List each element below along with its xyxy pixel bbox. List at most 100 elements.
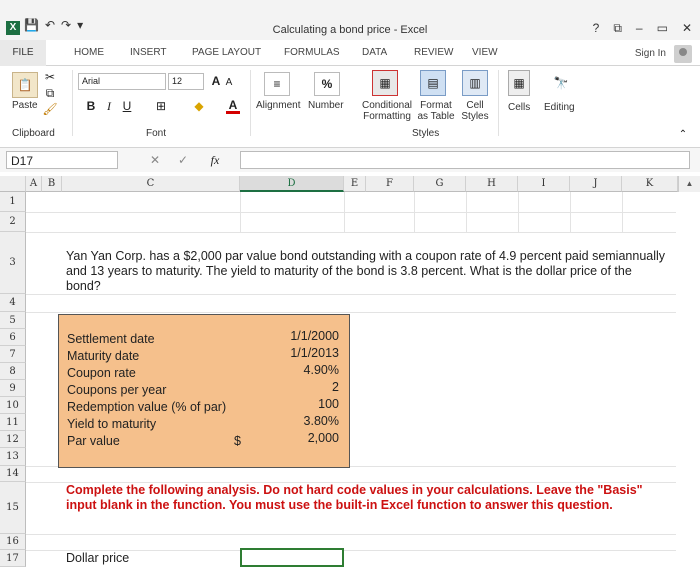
row-header-5[interactable]: 5 (0, 312, 26, 329)
italic-button[interactable]: I (102, 98, 116, 114)
formula-input[interactable] (240, 151, 690, 169)
format-painter-icon[interactable]: 🖌 (42, 102, 58, 116)
dollar-price-label: Dollar price (66, 551, 130, 565)
help-button[interactable]: ? (593, 21, 600, 36)
paste-icon[interactable]: 📋 (12, 72, 38, 98)
percent-icon[interactable]: % (314, 72, 340, 96)
row-header-7[interactable]: 7 (0, 346, 26, 363)
row-header-6[interactable]: 6 (0, 329, 26, 346)
name-box[interactable]: D17 (6, 151, 118, 169)
column-header-j[interactable]: J (570, 176, 622, 192)
enter-icon[interactable]: ✓ (176, 152, 190, 168)
row-header-11[interactable]: 11 (0, 414, 26, 431)
binoculars-icon[interactable]: 🔭 (548, 70, 574, 96)
row-header-10[interactable]: 10 (0, 397, 26, 414)
row-header-15[interactable]: 15 (0, 482, 26, 534)
number-button[interactable]: Number (308, 100, 344, 111)
column-header-f[interactable]: F (366, 176, 414, 192)
group-divider (72, 70, 73, 136)
alignment-button[interactable]: Alignment (256, 100, 300, 111)
row-header-13[interactable]: 13 (0, 448, 26, 466)
borders-icon[interactable]: ⊞ (152, 98, 170, 114)
input-value[interactable]: 1/1/2000 (290, 329, 339, 343)
row-header-2[interactable]: 2 (0, 212, 26, 232)
gridline (570, 192, 571, 232)
cells-button[interactable]: Cells (508, 102, 530, 113)
collapse-ribbon-icon[interactable]: ⌃ (676, 128, 690, 140)
row-header-12[interactable]: 12 (0, 431, 26, 448)
column-header-e[interactable]: E (344, 176, 366, 192)
format-as-table-button[interactable]: Format as Table (414, 100, 458, 122)
select-all-corner[interactable] (0, 176, 26, 192)
input-value[interactable]: 4.90% (304, 363, 339, 377)
editing-button[interactable]: Editing (544, 102, 575, 113)
tab-data[interactable]: DATA (362, 47, 387, 58)
maximize-button[interactable]: ▭ (657, 21, 668, 36)
font-size-value: 12 (172, 76, 183, 86)
input-value[interactable]: 3.80% (304, 414, 339, 428)
fill-color-icon[interactable]: ◆ (190, 98, 208, 114)
row-header-8[interactable]: 8 (0, 363, 26, 380)
tab-view[interactable]: VIEW (472, 47, 498, 58)
copy-icon[interactable]: ⧉ (42, 86, 58, 100)
conditional-formatting-button[interactable]: Conditional Formatting (356, 100, 418, 122)
gridline (240, 192, 241, 232)
cell-styles-button[interactable]: Cell Styles (458, 100, 492, 122)
window-controls: ? ⧉ – ▭ ✕ (593, 21, 692, 36)
gridline (414, 192, 415, 232)
user-avatar-icon[interactable] (674, 45, 692, 63)
row-header-1[interactable]: 1 (0, 192, 26, 212)
paste-button[interactable]: Paste (12, 100, 38, 111)
cell-styles-icon[interactable]: ▥ (462, 70, 488, 96)
column-header-i[interactable]: I (518, 176, 570, 192)
column-header-b[interactable]: B (42, 176, 62, 192)
format-as-table-icon[interactable]: ▤ (420, 70, 446, 96)
tab-home[interactable]: HOME (74, 47, 104, 58)
input-value[interactable]: 2 (332, 380, 339, 394)
column-header-k[interactable]: K (622, 176, 678, 192)
column-header-d[interactable]: D (240, 176, 344, 192)
tab-review[interactable]: REVIEW (414, 47, 453, 58)
column-header-g[interactable]: G (414, 176, 466, 192)
row-header-4[interactable]: 4 (0, 294, 26, 312)
bold-button[interactable]: B (84, 98, 98, 114)
input-value[interactable]: 1/1/2013 (290, 346, 339, 360)
shrink-font-icon[interactable]: A (224, 76, 234, 88)
input-value[interactable]: 100 (318, 397, 339, 411)
tab-formulas[interactable]: FORMULAS (284, 47, 340, 58)
scroll-up-icon[interactable]: ▲ (678, 176, 700, 192)
column-header-c[interactable]: C (62, 176, 240, 192)
font-color-icon[interactable]: A (226, 98, 240, 114)
row-header-14[interactable]: 14 (0, 466, 26, 482)
input-label: Coupons per year (67, 383, 167, 397)
sign-in-link[interactable]: Sign In (635, 48, 666, 59)
font-name-select[interactable]: Arial (78, 73, 166, 90)
conditional-formatting-icon[interactable]: ▦ (372, 70, 398, 96)
cancel-icon[interactable]: ✕ (148, 152, 162, 168)
worksheet-grid[interactable]: A B C D E F G H I J K ▲ 1 2 3 4 5 6 7 8 … (0, 176, 700, 567)
input-label: Maturity date (67, 349, 140, 363)
minimize-button[interactable]: – (636, 21, 643, 36)
cells-icon[interactable]: ▦ (508, 70, 530, 96)
close-button[interactable]: ✕ (682, 21, 692, 36)
styles-group-label: Styles (412, 128, 440, 139)
grow-font-icon[interactable]: A (210, 74, 222, 88)
underline-button[interactable]: U (120, 98, 134, 114)
column-header-h[interactable]: H (466, 176, 518, 192)
row-header-17[interactable]: 17 (0, 550, 26, 567)
ribbon-display-button[interactable]: ⧉ (613, 21, 622, 36)
column-header-a[interactable]: A (26, 176, 42, 192)
tab-page-layout[interactable]: PAGE LAYOUT (192, 47, 261, 58)
alignment-icon[interactable]: ≡ (264, 72, 290, 96)
cut-icon[interactable]: ✂ (42, 70, 58, 84)
row-header-3[interactable]: 3 (0, 232, 26, 294)
insert-function-icon[interactable]: fx (206, 152, 224, 168)
inputs-table: Settlement date 1/1/2000 Maturity date 1… (58, 314, 350, 468)
tab-insert[interactable]: INSERT (130, 47, 167, 58)
row-header-9[interactable]: 9 (0, 380, 26, 397)
input-value[interactable]: 2,000 (308, 431, 339, 445)
dollar-price-cell[interactable] (240, 548, 344, 567)
font-size-select[interactable]: 12 (168, 73, 204, 90)
row-header-16[interactable]: 16 (0, 534, 26, 550)
tab-file[interactable]: FILE (0, 40, 46, 66)
